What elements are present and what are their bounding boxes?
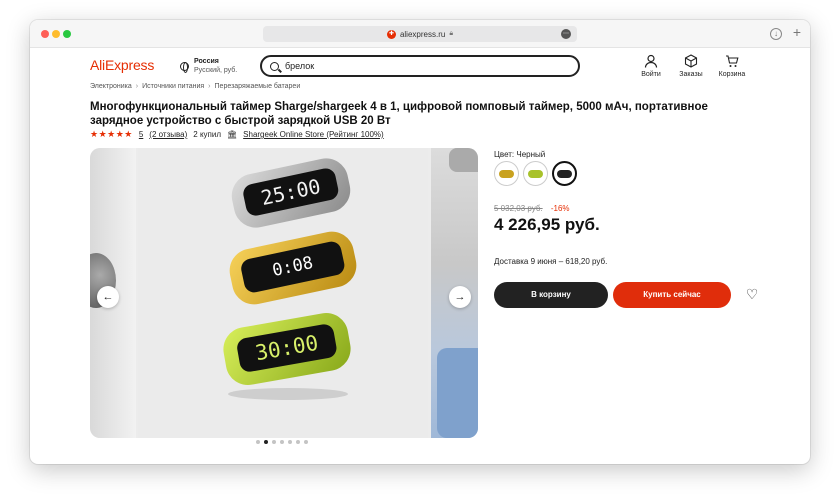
more-options-icon[interactable]: ⋯ — [561, 29, 571, 39]
aliexpress-logo[interactable]: AliExpress — [90, 57, 154, 73]
close-window-button[interactable] — [41, 30, 49, 38]
cart-label: Корзина — [718, 71, 746, 78]
box-icon — [684, 54, 698, 68]
pagination-dot[interactable] — [272, 440, 276, 444]
search-icon[interactable] — [270, 61, 279, 71]
reviews-link[interactable]: (2 отзыва) — [149, 130, 187, 139]
breadcrumb-item[interactable]: Источники питания — [142, 83, 204, 90]
region-currency: Русский, руб. — [194, 67, 238, 74]
pagination-dot[interactable] — [304, 440, 308, 444]
site-favicon-icon: ✚ — [386, 29, 396, 39]
pagination-dot[interactable] — [296, 440, 300, 444]
current-price: 4 226,95 руб. — [494, 215, 600, 234]
sold-count: 2 купил — [193, 130, 221, 139]
address-bar[interactable]: ✚ aliexpress.ru 🔒︎ ⋯ — [263, 26, 577, 42]
rating-value[interactable]: 5 — [139, 130, 143, 139]
login-button[interactable]: Войти — [633, 54, 669, 78]
rating-row: ★★★★★ 5 (2 отзыва) 2 купил 🏛︎ Shargeek O… — [90, 129, 384, 140]
user-icon — [644, 54, 658, 68]
store-link[interactable]: Shargeek Online Store (Рейтинг 100%) — [243, 130, 384, 139]
product-gallery: 25:00 0:08 30:00 ← → — [90, 148, 478, 438]
product-title: Многофункциональный таймер Sharge/sharge… — [90, 101, 708, 127]
cart-button[interactable]: Корзина — [714, 54, 750, 78]
minimize-window-button[interactable] — [52, 30, 60, 38]
orders-label: Заказы — [679, 71, 703, 78]
breadcrumb-item[interactable]: Перезаряжаемые батареи — [215, 83, 301, 90]
lock-icon: 🔒︎ — [449, 30, 454, 37]
orders-button[interactable]: Заказы — [673, 54, 709, 78]
discount-badge: -16% — [550, 204, 570, 213]
color-swatch-green[interactable] — [523, 161, 548, 186]
timer-display: 0:08 — [239, 239, 347, 295]
gallery-next-button[interactable]: → — [449, 286, 471, 308]
download-icon[interactable]: ↓ — [770, 28, 782, 40]
star-rating-icon: ★★★★★ — [90, 129, 133, 139]
color-swatches — [494, 161, 577, 186]
gallery-prev-button[interactable]: ← — [97, 286, 119, 308]
timer-display: 30:00 — [235, 322, 339, 374]
breadcrumb-item[interactable]: Электроника — [90, 83, 132, 90]
timer-device-silver: 25:00 — [227, 154, 355, 232]
pagination-dot[interactable] — [288, 440, 292, 444]
chevron-right-icon: › — [208, 83, 211, 90]
timer-device-gold: 0:08 — [225, 227, 361, 309]
heart-icon[interactable]: ♡ — [744, 286, 760, 302]
address-bar-url: aliexpress.ru — [399, 29, 446, 39]
delivery-info: Доставка 9 июня – 618,20 руб. — [494, 257, 608, 266]
search-bar[interactable] — [260, 55, 580, 77]
color-swatch-black[interactable] — [552, 161, 577, 186]
cart-icon — [726, 55, 739, 67]
buy-now-button[interactable]: Купить сейчас — [613, 282, 731, 308]
region-selector[interactable]: Россия Русский, руб. — [180, 57, 237, 75]
search-input[interactable] — [285, 61, 565, 71]
gallery-main-image[interactable]: 25:00 0:08 30:00 — [138, 148, 428, 438]
chevron-right-icon: › — [135, 83, 139, 90]
timer-device-green: 30:00 — [219, 309, 355, 389]
pagination-dot[interactable] — [280, 440, 284, 444]
old-price: 5 032,03 руб. — [494, 204, 543, 213]
globe-icon — [180, 61, 189, 73]
region-country: Россия — [194, 58, 219, 65]
new-tab-icon[interactable]: + — [793, 25, 801, 39]
login-label: Войти — [641, 71, 661, 78]
browser-titlebar: ✚ aliexpress.ru 🔒︎ ⋯ ↓ + — [30, 20, 810, 48]
arrow-left-icon: ← — [102, 291, 114, 303]
arrow-right-icon: → — [454, 291, 466, 303]
gallery-pagination — [256, 440, 308, 444]
color-swatch-yellow[interactable] — [494, 161, 519, 186]
pagination-dot[interactable] — [264, 440, 268, 444]
add-to-cart-button[interactable]: В корзину — [494, 282, 608, 308]
color-label: Цвет: Черный — [494, 150, 546, 159]
zoom-window-button[interactable] — [63, 30, 71, 38]
browser-window: ✚ aliexpress.ru 🔒︎ ⋯ ↓ + AliExpress Росс… — [30, 20, 810, 464]
pagination-dot[interactable] — [256, 440, 260, 444]
store-icon: 🏛︎ — [227, 130, 238, 139]
breadcrumb: Электроника › Источники питания › Переза… — [90, 83, 300, 90]
old-price-row: 5 032,03 руб. -16% — [494, 204, 570, 213]
timer-display: 25:00 — [241, 166, 341, 218]
